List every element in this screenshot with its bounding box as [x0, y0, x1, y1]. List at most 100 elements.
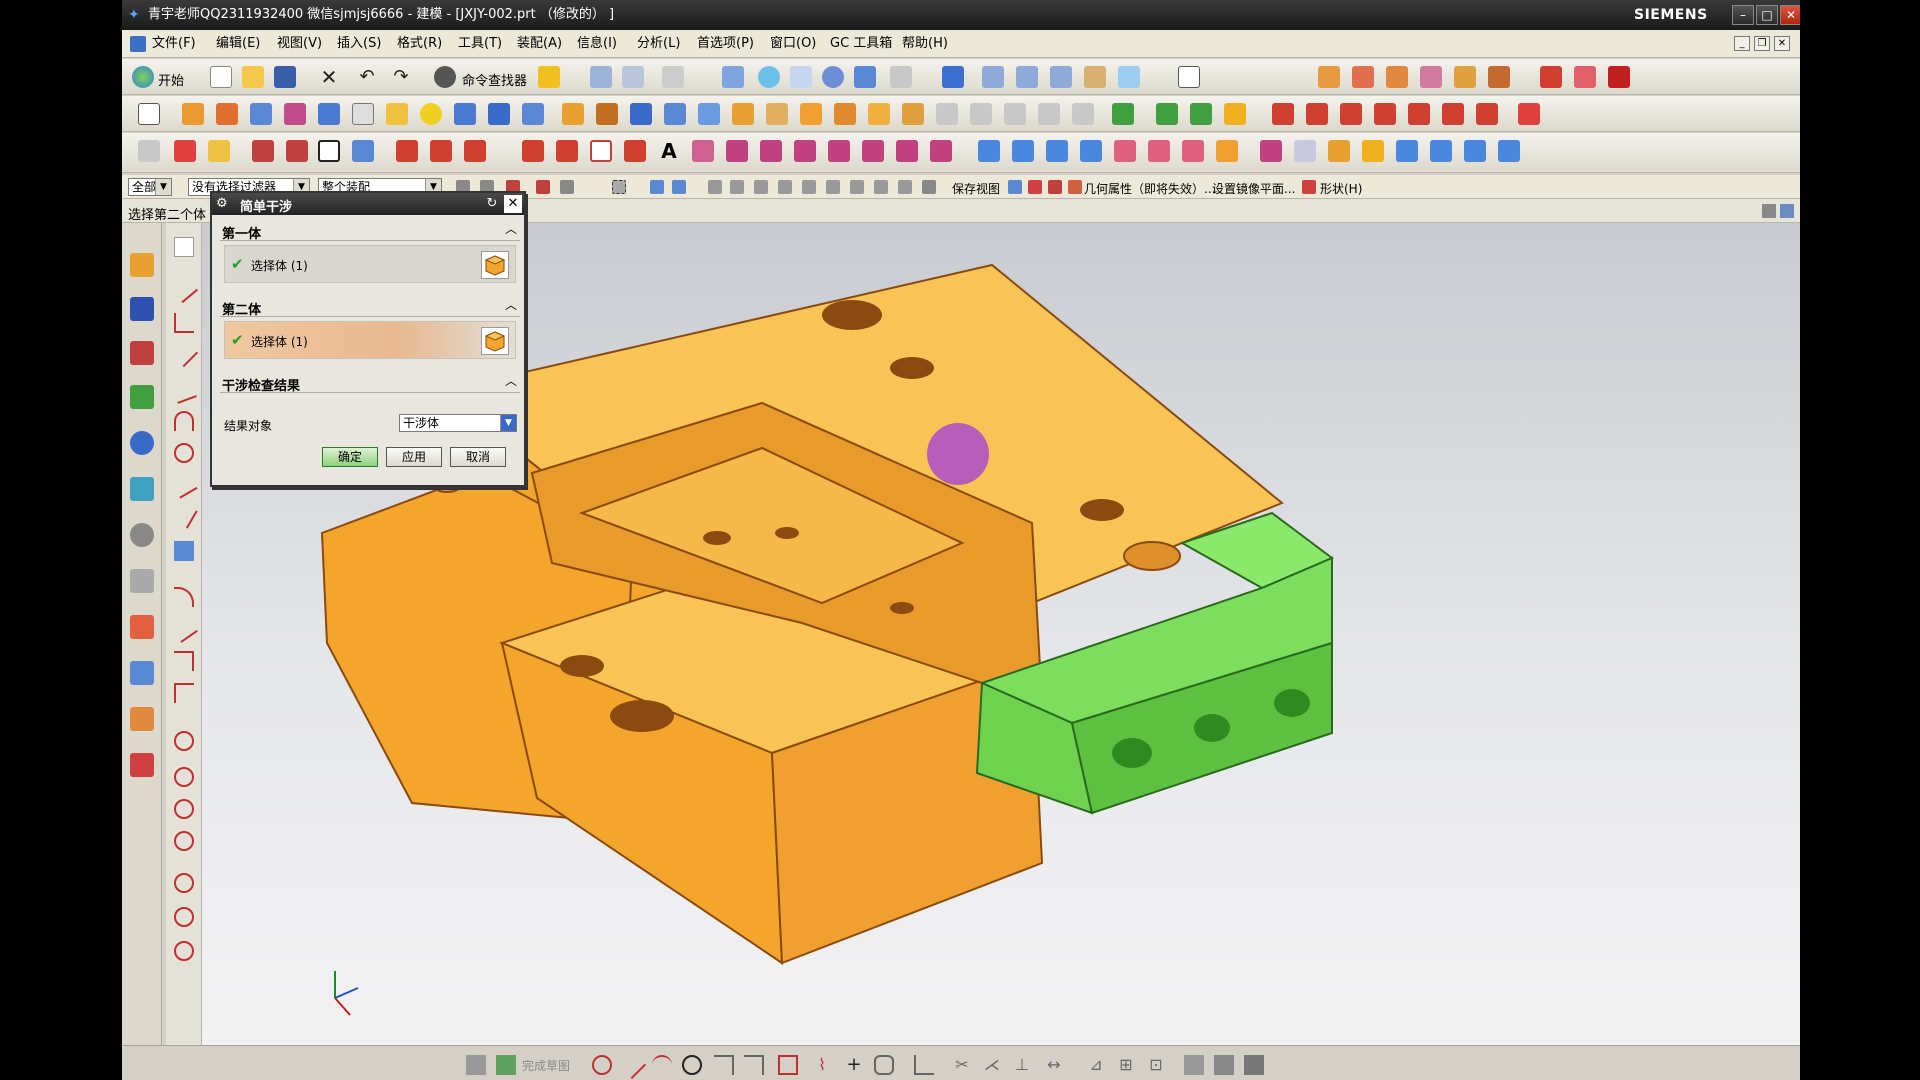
sketch-ellipse3-icon[interactable] [174, 941, 194, 961]
join-curve-icon[interactable] [862, 140, 884, 162]
pad-icon[interactable] [352, 103, 374, 125]
sketch-circle3-icon[interactable] [174, 799, 194, 819]
finish-sketch-label[interactable]: 完成草图 [522, 1057, 570, 1074]
chevron-up-icon[interactable]: ︿ [504, 374, 518, 388]
surface-tool-6-icon[interactable] [1148, 140, 1170, 162]
reset-icon[interactable]: ↻ [484, 196, 500, 212]
menu-help[interactable]: 帮助(H) [902, 36, 948, 52]
snap-face-icon[interactable] [874, 180, 888, 194]
assembly-tool-5-icon[interactable] [1454, 66, 1476, 88]
body-select-icon[interactable] [650, 180, 664, 194]
close-button[interactable]: ✕ [1780, 5, 1800, 25]
sketch-arc-icon[interactable] [174, 411, 194, 431]
convert-reference-icon[interactable] [1214, 1055, 1234, 1075]
text-tool-icon[interactable]: A [658, 140, 680, 162]
sketch-trim-icon[interactable] [170, 501, 198, 529]
arc-tool-icon[interactable] [652, 1055, 672, 1075]
sketch-chamfer-icon[interactable] [174, 683, 194, 703]
sketch-circle4-icon[interactable] [174, 831, 194, 851]
finish-sketch-icon[interactable] [496, 1055, 516, 1075]
type-filter-combo[interactable]: 全部 ▼ [128, 178, 172, 196]
bridge-curve-icon[interactable] [828, 140, 850, 162]
reuse-library-icon[interactable] [130, 385, 154, 409]
measure-icon[interactable] [1028, 180, 1042, 194]
curve-network-icon[interactable] [396, 140, 418, 162]
intersect-icon[interactable] [664, 103, 686, 125]
wave-link-icon[interactable] [1072, 103, 1094, 125]
boss-icon[interactable] [284, 103, 306, 125]
menu-edit[interactable]: 编辑(E) [216, 36, 260, 52]
datum-axis-icon[interactable] [174, 140, 196, 162]
hole-7[interactable] [703, 531, 731, 545]
hole-5[interactable] [610, 700, 674, 732]
surface-tool-14-icon[interactable] [1430, 140, 1452, 162]
surface-tool-13-icon[interactable] [1396, 140, 1418, 162]
pocket-icon[interactable] [318, 103, 340, 125]
doc-minimize-button[interactable]: _ [1734, 36, 1750, 51]
dialog-close-icon[interactable]: ✕ [504, 195, 522, 213]
arc-icon[interactable] [556, 140, 578, 162]
mirror-curve-icon[interactable] [1184, 1055, 1204, 1075]
surface-tool-5-icon[interactable] [1114, 140, 1136, 162]
surface-tool-4-icon[interactable] [1080, 140, 1102, 162]
scale-body-icon[interactable] [970, 103, 992, 125]
view-layout-icon[interactable] [1008, 180, 1022, 194]
sketch-spline-icon[interactable] [170, 471, 198, 499]
assembly-tool-8-icon[interactable] [1574, 66, 1596, 88]
assembly-tool-9-icon[interactable] [1608, 66, 1630, 88]
chamfer-tool-icon[interactable] [744, 1055, 764, 1075]
curve-tool-3-icon[interactable] [1340, 103, 1362, 125]
assembly-navigator-icon[interactable] [130, 253, 154, 277]
curve-tool-5-icon[interactable] [1408, 103, 1430, 125]
undo-icon[interactable]: ↶ [356, 66, 378, 88]
system-scenes-icon[interactable] [130, 753, 154, 777]
face-select-icon[interactable] [672, 180, 686, 194]
render-style-icon[interactable] [890, 66, 912, 88]
layer-icon[interactable] [622, 66, 644, 88]
sketch-parallel-icon[interactable] [169, 338, 199, 368]
shape-menu-label[interactable]: 形状(H) [1320, 180, 1362, 197]
point-tool-icon[interactable]: + [844, 1055, 864, 1075]
alternate-solution-icon[interactable] [1244, 1055, 1264, 1075]
ruled-icon[interactable] [464, 140, 486, 162]
menu-assembly[interactable]: 装配(A) [517, 36, 562, 52]
assembly-tool-3-icon[interactable] [1386, 66, 1408, 88]
datum-plane-icon[interactable] [138, 140, 160, 162]
status-icon-2[interactable] [1780, 204, 1794, 218]
mirror-body-icon[interactable] [1004, 103, 1026, 125]
green-hole-1[interactable] [1112, 738, 1152, 768]
block-icon[interactable] [488, 103, 510, 125]
view-front-icon[interactable] [982, 66, 1004, 88]
profile-tool-icon[interactable] [592, 1055, 612, 1075]
rectangle-icon[interactable] [590, 140, 612, 162]
grid-tool-icon[interactable] [352, 140, 374, 162]
assembly-tool-6-icon[interactable] [1488, 66, 1510, 88]
green-hole-2[interactable] [1194, 714, 1230, 742]
clock-icon[interactable] [130, 523, 154, 547]
project-curve-icon[interactable] [726, 140, 748, 162]
curve-tool-7-icon[interactable] [1476, 103, 1498, 125]
menu-format[interactable]: 格式(R) [397, 36, 442, 52]
save-icon[interactable] [274, 66, 296, 88]
trim-tool-icon[interactable]: ✂ [952, 1055, 972, 1075]
extrude-icon[interactable] [182, 103, 204, 125]
hole-8[interactable] [890, 602, 914, 614]
surface-tool-8-icon[interactable] [1216, 140, 1238, 162]
history-icon[interactable] [130, 477, 154, 501]
revolve-icon[interactable] [216, 103, 238, 125]
view-iso-icon[interactable] [1050, 66, 1072, 88]
snap-edge-icon[interactable] [898, 180, 912, 194]
snap-center-icon[interactable] [730, 180, 744, 194]
unite-icon[interactable] [596, 103, 618, 125]
sketch-circle2-icon[interactable] [174, 767, 194, 787]
roles-icon[interactable] [130, 707, 154, 731]
boss-right[interactable] [1123, 541, 1181, 571]
cancel-button[interactable]: 取消 [450, 447, 506, 467]
corner-tool-icon[interactable]: ⊥ [1012, 1055, 1032, 1075]
sketch-fillet-icon[interactable] [174, 443, 194, 463]
sketch-extend-icon[interactable] [170, 615, 198, 643]
line-icon[interactable] [522, 140, 544, 162]
helix-icon[interactable] [896, 140, 918, 162]
snap-perp-icon[interactable] [826, 180, 840, 194]
sketch-circle-icon[interactable] [174, 731, 194, 751]
